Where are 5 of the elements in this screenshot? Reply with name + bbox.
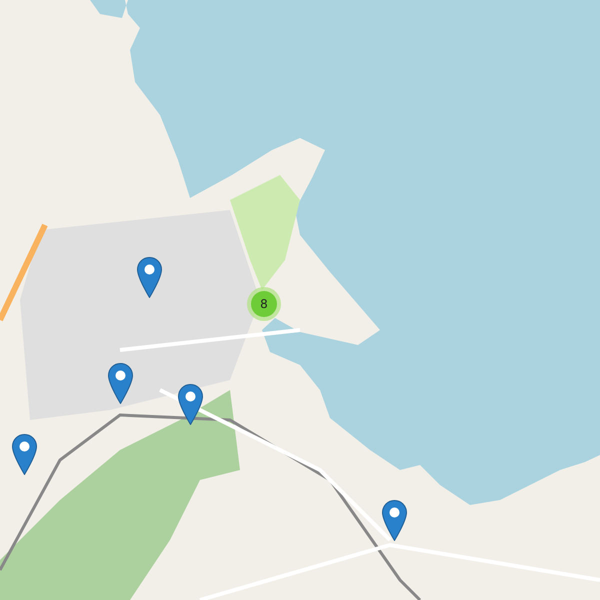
map-pin-icon[interactable] xyxy=(12,434,37,475)
map-pin-icon[interactable] xyxy=(137,257,162,298)
map-pin-icon[interactable] xyxy=(108,363,133,404)
map-pin-icon[interactable] xyxy=(382,500,407,541)
map-pin-icon[interactable] xyxy=(178,384,203,425)
